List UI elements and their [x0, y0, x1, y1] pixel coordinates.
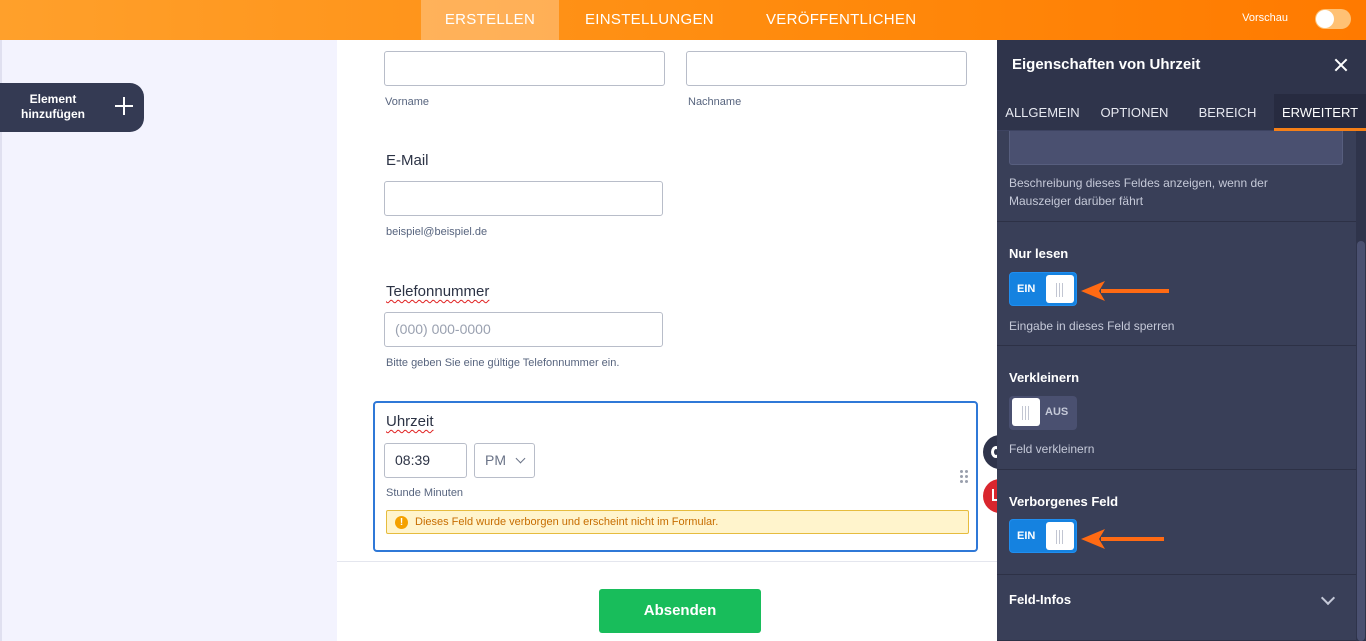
hover-text-textarea[interactable] — [1009, 131, 1343, 165]
hidden-field-toggle[interactable]: EIN — [1009, 519, 1077, 553]
tab-allgemein[interactable]: ALLGEMEIN — [997, 94, 1088, 131]
hidden-field-section: Verborgenes Feld EIN — [997, 470, 1357, 575]
readonly-desc: Eingabe in dieses Feld sperren — [1009, 319, 1175, 333]
drag-handle-icon[interactable] — [960, 470, 968, 484]
email-label: E-Mail — [386, 152, 429, 169]
last-name-sublabel: Nachname — [688, 96, 742, 108]
tab-veroeffentlichen[interactable]: VERÖFFENTLICHEN — [766, 0, 916, 40]
shrink-section: Verkleinern AUS Feld verkleinern — [997, 346, 1357, 470]
add-element-label-line1: Element — [29, 92, 77, 106]
add-element-label: Element hinzufügen — [18, 92, 88, 122]
readonly-toggle[interactable]: EIN — [1009, 272, 1077, 306]
time-sublabel: Stunde Minuten — [386, 487, 464, 499]
readonly-section: Nur lesen EIN Eingabe in dieses Feld spe… — [997, 222, 1357, 346]
annotation-arrow-icon — [1081, 529, 1164, 549]
plus-icon — [114, 96, 134, 116]
shrink-state: AUS — [1045, 406, 1069, 418]
first-name-input[interactable] — [384, 51, 665, 86]
add-element-label-line2: hinzufügen — [21, 107, 85, 121]
form-divider — [337, 561, 997, 562]
panel-body: Beschreibung dieses Feldes anzeigen, wen… — [997, 131, 1357, 641]
tab-erstellen[interactable]: ERSTELLEN — [421, 0, 559, 40]
phone-placeholder: (000) 000-0000 — [395, 321, 491, 337]
time-field-card[interactable]: Uhrzeit 08:39 PM Stunde Minuten ! Dieses… — [373, 401, 978, 552]
shrink-label: Verkleinern — [1009, 370, 1080, 385]
preview-label: Vorschau — [1242, 12, 1288, 24]
form-canvas: Vorname Nachname E-Mail beispiel@beispie… — [337, 40, 997, 641]
chevron-down-icon — [1320, 590, 1336, 606]
time-input[interactable]: 08:39 — [384, 443, 467, 478]
warning-icon: ! — [395, 516, 408, 529]
ampm-select[interactable]: PM — [474, 443, 535, 478]
preview-toggle-knob — [1316, 10, 1334, 28]
shrink-toggle[interactable]: AUS — [1009, 396, 1077, 430]
phone-label: Telefonnummer — [386, 283, 490, 300]
field-info-label: Feld-Infos — [1009, 592, 1072, 607]
readonly-toggle-knob — [1046, 275, 1074, 303]
hover-text-section: Beschreibung dieses Feldes anzeigen, wen… — [997, 131, 1357, 222]
annotation-arrow-icon — [1081, 281, 1169, 301]
add-element-button[interactable]: Element hinzufügen — [0, 83, 144, 132]
properties-panel: Eigenschaften von Uhrzeit ALLGEMEIN OPTI… — [997, 40, 1366, 641]
email-input[interactable] — [384, 181, 663, 216]
hidden-field-toggle-knob — [1046, 522, 1074, 550]
tab-erweitert[interactable]: ERWEITERT — [1274, 94, 1366, 131]
panel-scrollbar-thumb[interactable] — [1357, 241, 1365, 641]
submit-button[interactable]: Absenden — [599, 589, 761, 633]
top-navigation-bar: ERSTELLEN EINSTELLUNGEN VERÖFFENTLICHEN … — [0, 0, 1366, 40]
readonly-label: Nur lesen — [1009, 246, 1069, 261]
panel-scrollbar[interactable] — [1356, 131, 1366, 641]
tab-einstellungen[interactable]: EINSTELLUNGEN — [585, 0, 714, 40]
field-info-section[interactable]: Feld-Infos — [997, 575, 1357, 641]
hidden-field-state: EIN — [1017, 530, 1036, 542]
hover-text-desc: Beschreibung dieses Feldes anzeigen, wen… — [1009, 174, 1268, 210]
panel-title: Eigenschaften von Uhrzeit — [1012, 56, 1201, 73]
chevron-down-icon — [515, 453, 526, 464]
tab-optionen[interactable]: OPTIONEN — [1088, 94, 1181, 131]
shrink-toggle-knob — [1012, 398, 1040, 426]
hidden-field-label: Verborgenes Feld — [1009, 494, 1119, 509]
hover-text-desc-line1: Beschreibung dieses Feldes anzeigen, wen… — [1009, 176, 1268, 190]
preview-toggle[interactable] — [1315, 9, 1351, 29]
ampm-value: PM — [485, 452, 506, 468]
hidden-field-warning: ! Dieses Feld wurde verborgen und ersche… — [386, 510, 969, 534]
panel-tabs: ALLGEMEIN OPTIONEN BEREICH ERWEITERT — [997, 94, 1366, 131]
email-sublabel: beispiel@beispiel.de — [386, 226, 488, 238]
readonly-state: EIN — [1017, 283, 1036, 295]
time-label: Uhrzeit — [386, 413, 434, 430]
last-name-input[interactable] — [686, 51, 967, 86]
hidden-field-warning-text: Dieses Feld wurde verborgen und erschein… — [415, 516, 719, 528]
first-name-sublabel: Vorname — [385, 96, 430, 108]
close-icon[interactable] — [1334, 58, 1348, 72]
phone-sublabel: Bitte geben Sie eine gültige Telefonnumm… — [386, 357, 620, 369]
phone-input[interactable]: (000) 000-0000 — [384, 312, 663, 347]
shrink-desc: Feld verkleinern — [1009, 442, 1095, 456]
tab-bereich[interactable]: BEREICH — [1181, 94, 1274, 131]
hover-text-desc-line2: Mauszeiger darüber fährt — [1009, 194, 1144, 208]
